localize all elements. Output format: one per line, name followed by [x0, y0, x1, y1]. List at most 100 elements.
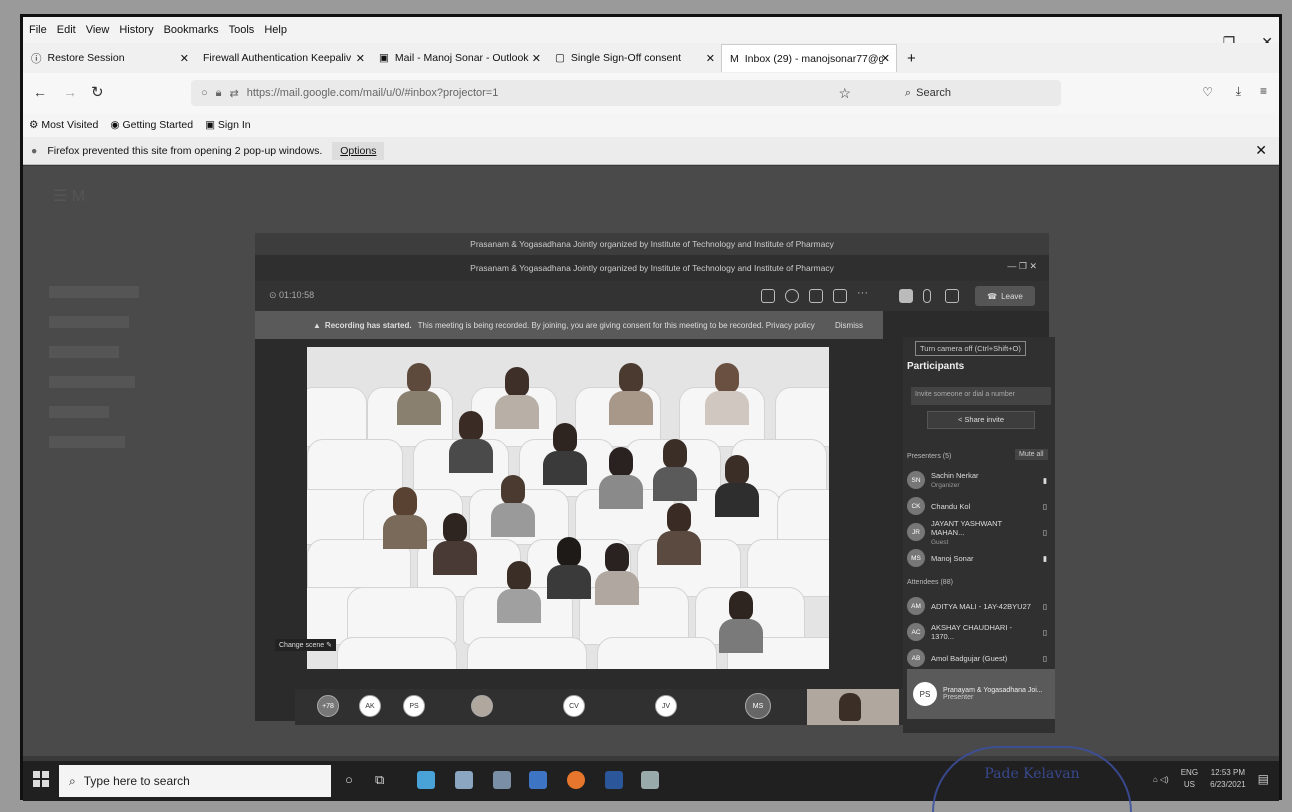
- photos-icon[interactable]: [641, 771, 659, 789]
- strip-avatar[interactable]: AK: [359, 695, 381, 717]
- menu-tools[interactable]: Tools: [229, 24, 255, 36]
- tab-close-icon[interactable]: ✕: [706, 52, 715, 65]
- menu-bookmarks[interactable]: Bookmarks: [164, 24, 219, 36]
- edge-icon[interactable]: [417, 771, 435, 789]
- meeting-timer: ⊙ 01:10:58: [269, 290, 315, 300]
- tab-firewall[interactable]: Firewall Authentication Keepalive W ✕: [195, 44, 371, 72]
- rooms-icon[interactable]: [833, 289, 847, 303]
- strip-avatar[interactable]: CV: [563, 695, 585, 717]
- participant-video: [657, 503, 701, 565]
- strip-avatar[interactable]: +78: [317, 695, 339, 717]
- tab-restore-session[interactable]: ⓘ Restore Session ✕: [23, 44, 195, 72]
- close-icon[interactable]: ✕: [1255, 142, 1267, 159]
- taskbar-search[interactable]: ⌕ Type here to search: [59, 765, 331, 797]
- bookmark-most-visited[interactable]: ⚙ Most Visited: [29, 119, 98, 131]
- download-icon[interactable]: ⤓: [1236, 84, 1241, 99]
- time-label: 12:53 PM: [1210, 768, 1245, 777]
- popup-blocked-bar: ● Firefox prevented this site from openi…: [23, 137, 1279, 165]
- strip-avatar[interactable]: MS: [745, 693, 771, 719]
- participant-row[interactable]: AC AKSHAY CHAUDHARI - 1370... ▯: [907, 621, 1047, 643]
- participant-row[interactable]: JR JAYANT YASHWANT MAHAN... Guest ▯: [907, 519, 1047, 546]
- mute-all-button[interactable]: Mute all: [1015, 449, 1048, 460]
- search-placeholder: Type here to search: [83, 774, 190, 788]
- tab-sign-off[interactable]: ▢ Single Sign-Off consent ✕: [547, 44, 721, 72]
- search-label[interactable]: Search: [916, 87, 951, 99]
- bookmark-getting-started[interactable]: ◉ Getting Started: [110, 119, 193, 131]
- share-invite-button[interactable]: < Share invite: [927, 411, 1035, 429]
- recording-text: This meeting is being recorded. By joini…: [417, 320, 815, 330]
- reload-icon[interactable]: ↻: [91, 83, 104, 101]
- language-indicator[interactable]: ENG US: [1181, 767, 1198, 791]
- self-view-video: [807, 689, 899, 725]
- participant-row[interactable]: AB Amol Badgujar (Guest) ▯: [907, 647, 1047, 669]
- region-label: US: [1183, 780, 1195, 789]
- task-view-icon[interactable]: ⧉: [375, 772, 384, 788]
- menu-help[interactable]: Help: [264, 24, 287, 36]
- participant-video: [497, 561, 541, 623]
- camera-icon[interactable]: [899, 289, 913, 303]
- participants-icon[interactable]: [761, 289, 775, 303]
- participant-row[interactable]: AM ADITYA MALI - 1AY-42BYU27 ▯: [907, 595, 1047, 617]
- store-icon[interactable]: [493, 771, 511, 789]
- tab-close-icon[interactable]: ✕: [180, 52, 189, 65]
- new-tab-icon[interactable]: +: [907, 50, 916, 67]
- strip-avatar-photo[interactable]: [471, 695, 493, 717]
- presenter-spotlight[interactable]: PS Pranayam & Yogasadhana Joi... Presente…: [907, 669, 1055, 719]
- more-options-icon[interactable]: ···: [857, 287, 868, 299]
- tab-close-icon[interactable]: ✕: [356, 52, 365, 65]
- participant-role: Guest: [931, 538, 949, 546]
- dismiss-button[interactable]: Dismiss: [835, 321, 863, 330]
- participant-video: [547, 537, 591, 599]
- outlook-app-icon[interactable]: [529, 771, 547, 789]
- attendees-header[interactable]: Attendees (88): [907, 579, 953, 586]
- menu-history[interactable]: History: [119, 24, 153, 36]
- participant-name: AKSHAY CHAUDHARI - 1370...: [931, 623, 1012, 641]
- clock[interactable]: 12:53 PM 6/23/2021: [1210, 767, 1246, 791]
- invite-input[interactable]: Invite someone or dial a number: [911, 387, 1051, 405]
- lang-label: ENG: [1180, 768, 1199, 777]
- strip-avatar[interactable]: PS: [403, 695, 425, 717]
- share-screen-icon[interactable]: [945, 289, 959, 303]
- firefox-icon[interactable]: [567, 771, 585, 789]
- menu-view[interactable]: View: [86, 24, 110, 36]
- mic-icon[interactable]: [923, 289, 931, 303]
- back-icon[interactable]: ←: [33, 84, 47, 100]
- notification-icon[interactable]: ▤: [1258, 772, 1269, 786]
- tab-gmail-inbox[interactable]: M Inbox (29) - manojsonar77@gr ✕: [721, 44, 897, 72]
- menu-file[interactable]: File: [29, 24, 47, 36]
- participant-name: Amol Badgujar (Guest): [931, 653, 1008, 663]
- hamburger-menu-icon[interactable]: ≡: [1260, 84, 1267, 98]
- pocket-icon[interactable]: ♡: [1202, 85, 1213, 99]
- chat-icon[interactable]: [785, 289, 799, 303]
- avatar: MS: [907, 549, 925, 567]
- participant-row[interactable]: CK Chandu Kol ▯: [907, 495, 1047, 517]
- tab-close-icon[interactable]: ✕: [532, 52, 541, 65]
- participant-row[interactable]: SN Sachin Nerkar Organizer ▮: [907, 469, 1047, 491]
- cortana-icon[interactable]: ○: [345, 772, 353, 787]
- search-icon: ⌕: [69, 773, 76, 788]
- tab-outlook[interactable]: ▣ Mail - Manoj Sonar - Outlook ✕: [371, 44, 547, 72]
- leave-button[interactable]: ☎ Leave: [975, 286, 1035, 306]
- word-icon[interactable]: [605, 771, 623, 789]
- reactions-icon[interactable]: [809, 289, 823, 303]
- network-icon[interactable]: ⌂ ◁): [1153, 775, 1169, 784]
- strip-avatar[interactable]: JV: [655, 695, 677, 717]
- url-bar[interactable]: ○ 🔒︎ ⇄ https://mail.google.com/mail/u/0/…: [191, 80, 1061, 106]
- file-explorer-icon[interactable]: [455, 771, 473, 789]
- bookmark-sign-in[interactable]: ▣ Sign In: [205, 119, 251, 131]
- windows-start-icon[interactable]: [33, 771, 49, 787]
- change-scene-button[interactable]: Change scene ✎: [275, 639, 336, 651]
- tab-close-icon[interactable]: ✕: [881, 52, 890, 65]
- participants-title: Participants: [907, 361, 965, 372]
- presenter-role: Presenter: [943, 694, 974, 701]
- presenters-header[interactable]: Presenters (5): [907, 453, 951, 460]
- participant-name: ADITYA MALI - 1AY-42BYU27: [931, 601, 1031, 611]
- sidebar-item: [49, 436, 125, 448]
- participant-row[interactable]: MS Manoj Sonar ▮: [907, 547, 1047, 569]
- options-button[interactable]: Options: [332, 141, 385, 160]
- bookmarks-toolbar: ⚙ Most Visited ◉ Getting Started ▣ Sign …: [23, 113, 1279, 137]
- star-icon[interactable]: ☆: [838, 85, 851, 102]
- forward-icon[interactable]: →: [63, 84, 77, 100]
- menu-edit[interactable]: Edit: [57, 24, 76, 36]
- window-controls-icon[interactable]: — ❐ ✕: [1007, 261, 1037, 272]
